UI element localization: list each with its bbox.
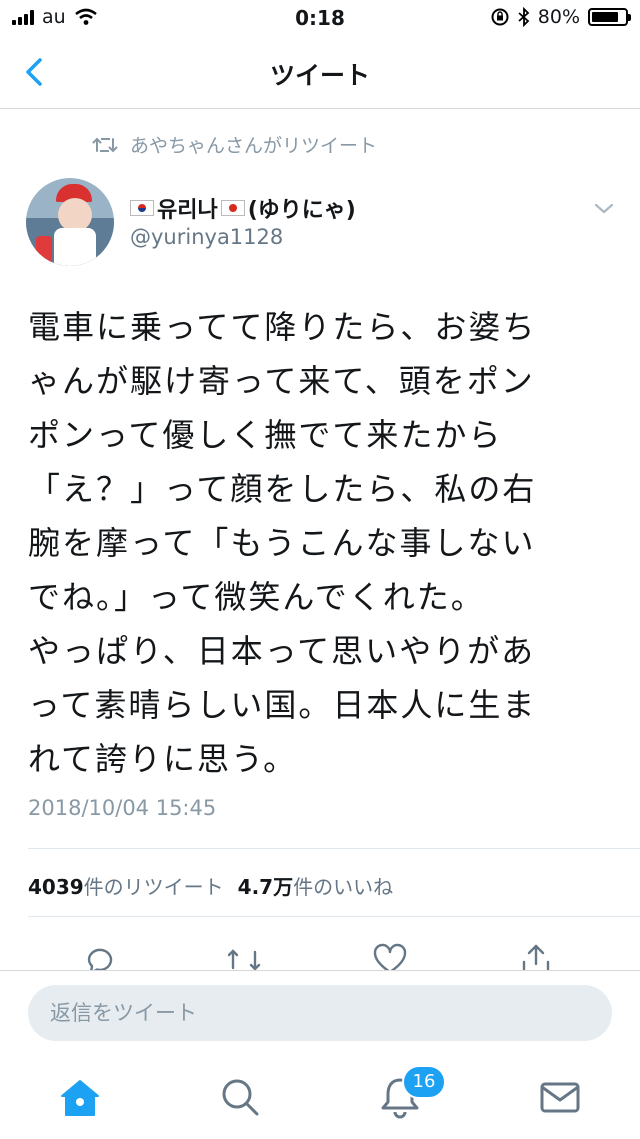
retweet-context-label: あやちゃんさんがリツイート [130, 135, 378, 157]
battery-percent: 80% [537, 6, 580, 28]
bluetooth-icon [518, 7, 530, 27]
retweets-stat[interactable]: 4039件のリツイート [28, 871, 224, 900]
likes-stat[interactable]: 4.7万件のいいね [238, 871, 393, 900]
share-icon[interactable] [516, 940, 556, 970]
tweet-text: 電車に乗ってて降りたら、お婆ち ゃんが駆け寄って来て、頭をポン ポンって優しく撫… [28, 308, 537, 778]
home-tab-icon[interactable] [56, 1073, 104, 1121]
like-icon[interactable] [370, 940, 410, 970]
retweet-context[interactable]: あやちゃんさんがリツイート [92, 131, 377, 158]
retweets-label: 件のリツイート [83, 875, 224, 899]
page-title: ツイート [269, 61, 370, 90]
retweets-count: 4039 [28, 875, 84, 899]
avatar[interactable] [26, 178, 114, 266]
user-name-suffix: (ゆりにゃ) [247, 198, 356, 223]
user-name-text: 유리나 [157, 198, 218, 223]
battery-icon [588, 8, 631, 26]
notifications-badge: 16 [402, 1065, 446, 1099]
korea-flag-icon [130, 200, 154, 216]
battery-fill [592, 12, 618, 22]
user-handle[interactable]: @yurinya1128 [130, 225, 283, 249]
reply-icon[interactable] [80, 940, 120, 970]
divider [28, 916, 640, 917]
tweet-actions [0, 936, 640, 970]
tweet-timestamp: 2018/10/04 15:45 [28, 796, 217, 820]
orientation-lock-icon [491, 8, 509, 26]
likes-count: 4.7万 [237, 875, 294, 899]
nav-bar: ツイート [0, 36, 640, 109]
status-bar: au 0:18 80% [0, 0, 640, 36]
user-name[interactable]: 유리나 (ゆりにゃ) [130, 192, 356, 224]
messages-tab-icon[interactable] [536, 1073, 584, 1121]
divider [28, 848, 640, 849]
japan-flag-icon [220, 200, 245, 216]
search-tab-icon[interactable] [216, 1073, 264, 1121]
retweet-button-icon[interactable] [224, 940, 264, 970]
status-right: 80% [490, 6, 631, 28]
reply-area [0, 970, 640, 1139]
chevron-down-icon[interactable] [590, 196, 618, 220]
likes-label: 件のいいね [293, 875, 394, 899]
tweet-stats: 4039件のリツイート 4.7万件のいいね [28, 871, 393, 900]
retweet-icon [92, 137, 118, 152]
reply-input[interactable] [28, 985, 612, 1041]
